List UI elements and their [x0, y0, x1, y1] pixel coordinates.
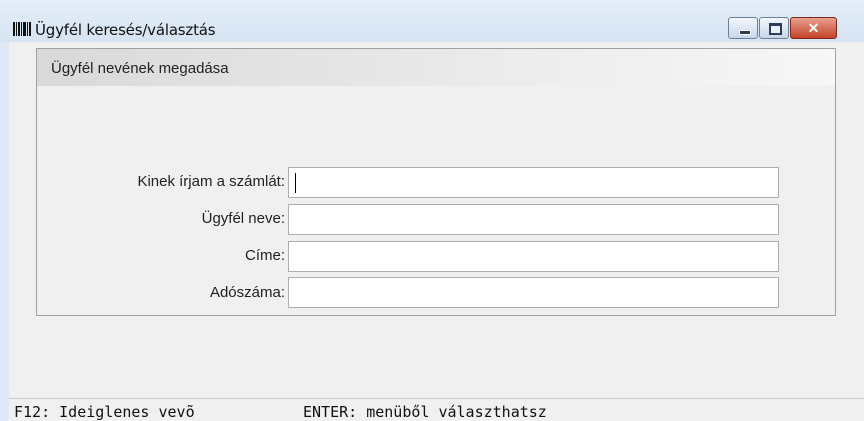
- address-input[interactable]: [288, 241, 779, 272]
- minimize-button[interactable]: [728, 17, 758, 39]
- invoice-to-input[interactable]: [288, 167, 779, 198]
- panel-header: Ügyfél nevének megadása: [37, 49, 835, 86]
- status-bar: F12: Ideiglenes vevõ ENTER: menüből vála…: [9, 398, 864, 421]
- barcode-icon: [13, 22, 33, 36]
- panel-title: Ügyfél nevének megadása: [51, 60, 229, 77]
- status-hint-f12: F12: Ideiglenes vevõ: [14, 403, 195, 421]
- text-caret: [295, 173, 296, 193]
- close-button[interactable]: [790, 17, 837, 39]
- field-row-tax-number: Adószáma:: [0, 284, 285, 304]
- tax-number-input[interactable]: [288, 277, 779, 308]
- customer-name-input[interactable]: [288, 204, 779, 235]
- status-hint-enter: ENTER: menüből választhatsz: [303, 403, 547, 421]
- window-title: Ügyfél keresés/választás: [35, 21, 216, 39]
- invoice-to-label: Kinek írjam a számlát:: [137, 173, 285, 190]
- maximize-button[interactable]: [759, 17, 789, 39]
- field-row-customer-name: Ügyfél neve:: [0, 210, 285, 230]
- address-label: Címe:: [244, 247, 285, 264]
- customer-name-label: Ügyfél neve:: [201, 210, 285, 227]
- app-window: Ügyfél keresés/választás Ügyfél nevének …: [0, 0, 864, 421]
- tax-number-label: Adószáma:: [209, 284, 285, 301]
- field-row-invoice-to: Kinek írjam a számlát:: [0, 173, 285, 193]
- title-bar[interactable]: Ügyfél keresés/választás: [0, 0, 864, 42]
- field-row-address: Címe:: [0, 247, 285, 267]
